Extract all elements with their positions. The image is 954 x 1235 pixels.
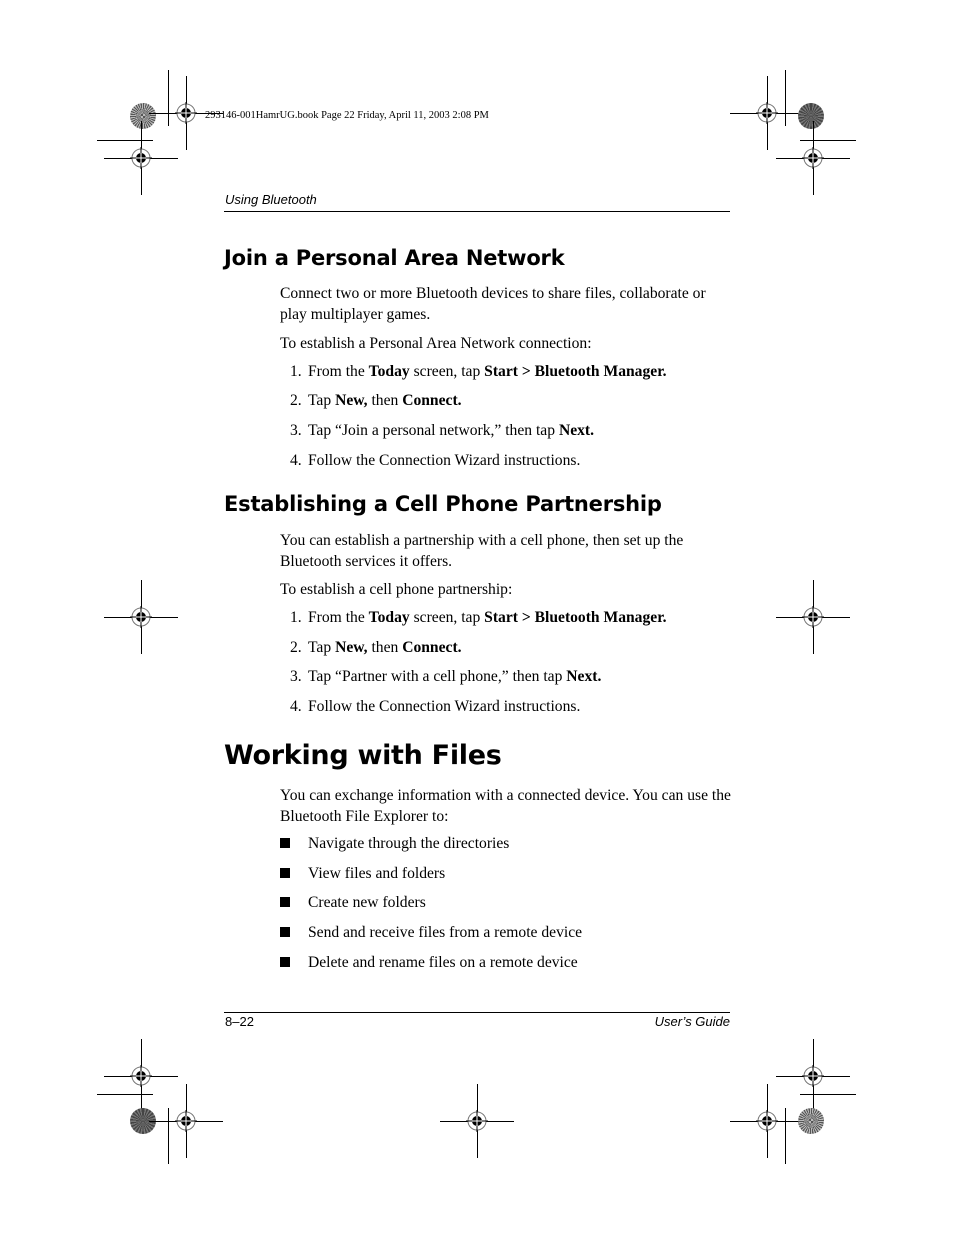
header-rule bbox=[224, 211, 730, 212]
files-bullet: Delete and rename files on a remote devi… bbox=[280, 954, 578, 972]
crop-line bbox=[800, 1094, 856, 1095]
registration-mark-icon bbox=[130, 1065, 152, 1087]
step-text: Tap “Join a personal network,” then tap bbox=[308, 422, 559, 439]
ui-term: Today bbox=[368, 609, 410, 626]
bullet-square-icon bbox=[280, 868, 290, 878]
step-number: 2. bbox=[290, 639, 302, 656]
bullet-text: Create new folders bbox=[308, 894, 426, 911]
cell-step-4: 4. Follow the Connection Wizard instructi… bbox=[290, 698, 580, 716]
ui-term: New, bbox=[335, 639, 368, 656]
crop-line bbox=[168, 70, 169, 126]
registration-mark-icon bbox=[466, 1110, 488, 1132]
cell-step-1: 1. From the Today screen, tap Start > Blu… bbox=[290, 609, 667, 627]
bullet-square-icon bbox=[280, 927, 290, 937]
step-number: 3. bbox=[290, 668, 302, 685]
step-number: 1. bbox=[290, 363, 302, 380]
section-heading-pan: Join a Personal Area Network bbox=[224, 246, 565, 270]
step-text: From the bbox=[308, 363, 369, 380]
registration-mark-icon bbox=[756, 102, 778, 124]
step-text: Tap “Partner with a cell phone,” then ta… bbox=[308, 668, 567, 685]
pan-lead: To establish a Personal Area Network con… bbox=[280, 335, 592, 352]
color-target-icon bbox=[130, 103, 156, 129]
pan-step-1: 1. From the Today screen, tap Start > Blu… bbox=[290, 363, 667, 381]
pan-intro: Connect two or more Bluetooth devices to… bbox=[280, 285, 706, 323]
registration-mark-icon bbox=[130, 606, 152, 628]
registration-mark-icon bbox=[802, 1065, 824, 1087]
footer-guide-title: User’s Guide bbox=[654, 1014, 730, 1029]
step-text: Tap bbox=[308, 392, 336, 409]
bullet-text: View files and folders bbox=[308, 865, 446, 882]
pan-step-4: 4. Follow the Connection Wizard instructi… bbox=[290, 452, 580, 470]
crop-line bbox=[785, 70, 786, 126]
files-bullet: Create new folders bbox=[280, 894, 426, 912]
step-text: Tap bbox=[308, 639, 336, 656]
section-heading-cell: Establishing a Cell Phone Partnership bbox=[224, 492, 662, 516]
registration-mark-icon bbox=[802, 147, 824, 169]
registration-mark-icon bbox=[175, 102, 197, 124]
crop-line bbox=[168, 1108, 169, 1164]
page-number: 8–22 bbox=[225, 1014, 254, 1029]
files-bullet: Send and receive files from a remote dev… bbox=[280, 924, 582, 942]
running-head: Using Bluetooth bbox=[225, 192, 317, 207]
step-number: 2. bbox=[290, 392, 302, 409]
bullet-text: Send and receive files from a remote dev… bbox=[308, 924, 583, 941]
cell-lead: To establish a cell phone partnership: bbox=[280, 581, 513, 598]
crop-line bbox=[97, 140, 153, 141]
cell-step-2: 2. Tap New, then Connect. bbox=[290, 639, 462, 657]
print-slug: 293146-001HamrUG.book Page 22 Friday, Ap… bbox=[205, 110, 489, 121]
ui-term: Start > Bluetooth Manager. bbox=[484, 609, 667, 626]
cell-step-3: 3. Tap “Partner with a cell phone,” then … bbox=[290, 668, 601, 686]
section-heading-files: Working with Files bbox=[224, 740, 502, 771]
bullet-square-icon bbox=[280, 838, 290, 848]
step-text: then bbox=[367, 392, 403, 409]
step-number: 4. bbox=[290, 698, 302, 715]
bullet-square-icon bbox=[280, 897, 290, 907]
ui-term: Connect. bbox=[402, 639, 462, 656]
ui-term: Next. bbox=[566, 668, 602, 685]
bullet-text: Navigate through the directories bbox=[308, 835, 510, 852]
pan-step-3: 3. Tap “Join a personal network,” then ta… bbox=[290, 422, 594, 440]
cell-intro: You can establish a partnership with a c… bbox=[280, 532, 684, 570]
ui-term: New, bbox=[335, 392, 368, 409]
step-number: 3. bbox=[290, 422, 302, 439]
files-bullet: View files and folders bbox=[280, 865, 445, 883]
step-text: From the bbox=[308, 609, 369, 626]
files-bullet: Navigate through the directories bbox=[280, 835, 509, 853]
color-target-icon bbox=[798, 1108, 824, 1134]
step-text: screen, tap bbox=[409, 363, 485, 380]
step-text: Follow the Connection Wizard instruction… bbox=[308, 698, 581, 715]
registration-mark-icon bbox=[802, 606, 824, 628]
pan-step-2: 2. Tap New, then Connect. bbox=[290, 392, 462, 410]
footer-rule bbox=[224, 1012, 730, 1013]
registration-mark-icon bbox=[130, 147, 152, 169]
crop-line bbox=[97, 1094, 153, 1095]
step-text: then bbox=[367, 639, 403, 656]
ui-term: Start > Bluetooth Manager. bbox=[484, 363, 667, 380]
step-text: screen, tap bbox=[409, 609, 485, 626]
registration-mark-icon bbox=[756, 1110, 778, 1132]
color-target-icon bbox=[798, 103, 824, 129]
files-intro: You can exchange information with a conn… bbox=[280, 787, 731, 825]
bullet-text: Delete and rename files on a remote devi… bbox=[308, 954, 578, 971]
step-text: Follow the Connection Wizard instruction… bbox=[308, 452, 581, 469]
ui-term: Today bbox=[368, 363, 410, 380]
bullet-square-icon bbox=[280, 957, 290, 967]
crop-line bbox=[785, 1108, 786, 1164]
step-number: 1. bbox=[290, 609, 302, 626]
registration-mark-icon bbox=[175, 1110, 197, 1132]
ui-term: Connect. bbox=[402, 392, 462, 409]
ui-term: Next. bbox=[558, 422, 595, 439]
crop-line bbox=[800, 140, 856, 141]
step-number: 4. bbox=[290, 452, 302, 469]
